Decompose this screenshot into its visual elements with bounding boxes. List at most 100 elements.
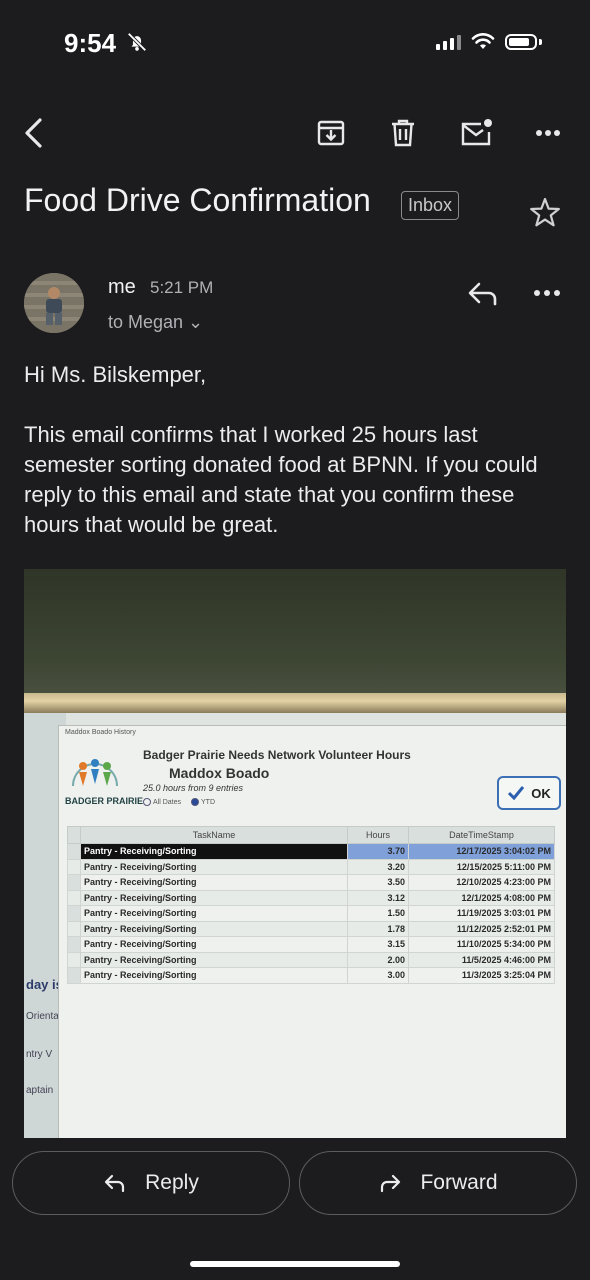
radio-all-dates[interactable]: All Dates <box>143 798 181 806</box>
task-cell: Pantry - Receiving/Sorting <box>80 967 348 984</box>
datetime-cell: 11/10/2025 5:34:00 PM <box>408 936 555 953</box>
battery-tip <box>539 39 542 45</box>
hours-table: TaskName Hours DateTimeStamp Pantry - Re… <box>67 826 555 984</box>
sender-name: me <box>108 276 136 298</box>
table-row[interactable]: Pantry - Receiving/Sorting 3.15 11/10/2025… <box>67 936 555 953</box>
email-greeting: Hi Ms. Bilskemper, <box>24 362 207 387</box>
task-cell: Pantry - Receiving/Sorting <box>80 905 348 922</box>
attached-photo[interactable]: day is Orienta ntry V aptain Maddox Boad… <box>24 569 566 1138</box>
trash-icon <box>392 119 414 147</box>
email-subject: Food Drive Confirmation <box>24 182 371 218</box>
logo-text: BADGER PRAIRIE <box>65 796 144 806</box>
delete-button[interactable] <box>383 113 423 153</box>
volunteer-hours-dialog: Maddox Boado History BADGER PRAIRIE Badg… <box>58 725 566 1138</box>
reply-label: Reply <box>145 1171 199 1194</box>
column-header-taskname[interactable]: TaskName <box>80 826 348 844</box>
task-cell: Pantry - Receiving/Sorting <box>80 936 348 953</box>
bg-fragment: Orienta <box>26 1011 59 1022</box>
status-bar: 9:54 <box>0 0 590 90</box>
monitor-screen: day is Orienta ntry V aptain Maddox Boad… <box>24 713 566 1138</box>
hours-cell: 3.00 <box>347 967 409 984</box>
dialog-title: Maddox Boado History <box>65 729 136 736</box>
volunteer-name: Maddox Boado <box>169 765 270 781</box>
table-row[interactable]: Pantry - Receiving/Sorting 1.78 11/12/2025… <box>67 920 555 937</box>
reply-button[interactable]: Reply <box>12 1151 290 1215</box>
hours-cell: 1.50 <box>347 905 409 922</box>
dialog-heading: Badger Prairie Needs Network Volunteer H… <box>143 748 411 762</box>
email-toolbar <box>0 105 590 160</box>
bg-fragment: aptain <box>26 1085 54 1096</box>
task-cell: Pantry - Receiving/Sorting <box>80 843 348 860</box>
avatar-photo <box>24 273 84 333</box>
datetime-cell: 12/1/2025 4:08:00 PM <box>408 889 555 906</box>
status-time: 9:54 <box>64 28 117 58</box>
back-arrow-icon <box>25 118 42 148</box>
email-body: This email confirms that I worked 25 hou… <box>24 422 538 537</box>
more-options-button[interactable] <box>528 113 568 153</box>
recipients-toggle[interactable]: to Megan ⌄ <box>108 312 203 333</box>
bell-slash-icon <box>127 32 147 52</box>
task-cell: Pantry - Receiving/Sorting <box>80 858 348 875</box>
datetime-cell: 12/10/2025 4:23:00 PM <box>408 874 555 891</box>
task-cell: Pantry - Receiving/Sorting <box>80 920 348 937</box>
monitor-bezel <box>24 693 566 713</box>
archive-button[interactable] <box>311 113 351 153</box>
forward-icon <box>381 1174 401 1193</box>
table-header-row: TaskName Hours DateTimeStamp <box>67 826 555 844</box>
back-button[interactable] <box>14 113 54 153</box>
wifi-icon <box>471 33 495 49</box>
mark-unread-icon <box>461 119 492 146</box>
hours-cell: 3.12 <box>347 889 409 906</box>
task-cell: Pantry - Receiving/Sorting <box>80 874 348 891</box>
hours-summary: 25.0 hours from 9 entries <box>143 783 244 793</box>
hours-cell: 3.50 <box>347 874 409 891</box>
table-row[interactable]: Pantry - Receiving/Sorting 3.50 12/10/2025… <box>67 874 555 891</box>
message-more-icon[interactable] <box>530 283 566 303</box>
sent-time: 5:21 PM <box>150 278 214 297</box>
reply-arrow-icon[interactable] <box>465 276 501 310</box>
hours-cell: 3.70 <box>347 843 409 860</box>
avatar[interactable] <box>24 273 84 333</box>
star-icon[interactable] <box>528 196 562 230</box>
archive-icon <box>317 120 345 146</box>
datetime-cell: 11/12/2025 2:52:01 PM <box>408 920 555 937</box>
task-cell: Pantry - Receiving/Sorting <box>80 889 348 906</box>
forward-button[interactable]: Forward <box>299 1151 577 1215</box>
table-body: Pantry - Receiving/Sorting 3.70 12/17/2025… <box>67 843 555 984</box>
column-header-hours[interactable]: Hours <box>347 826 409 844</box>
hours-cell: 3.15 <box>347 936 409 953</box>
hours-cell: 1.78 <box>347 920 409 937</box>
date-filter: All Dates YTD <box>143 798 215 806</box>
datetime-cell: 11/5/2025 4:46:00 PM <box>408 951 555 968</box>
home-indicator[interactable] <box>190 1261 400 1267</box>
reply-icon <box>105 1174 125 1193</box>
datetime-cell: 11/3/2025 3:25:04 PM <box>408 967 555 984</box>
status-right <box>436 33 542 51</box>
forward-label: Forward <box>420 1171 498 1194</box>
inbox-label-badge[interactable]: Inbox <box>401 191 460 220</box>
task-cell: Pantry - Receiving/Sorting <box>80 951 348 968</box>
datetime-cell: 11/19/2025 3:03:01 PM <box>408 905 555 922</box>
more-dots-icon <box>536 130 560 136</box>
table-row[interactable]: Pantry - Receiving/Sorting 3.70 12/17/2025… <box>67 843 555 860</box>
bpnn-logo: BADGER PRAIRIE <box>65 752 143 822</box>
table-row[interactable]: Pantry - Receiving/Sorting 1.50 11/19/2025… <box>67 905 555 922</box>
people-logo-icon <box>72 759 118 787</box>
radio-ytd[interactable]: YTD <box>191 798 215 806</box>
datetime-cell: 12/17/2025 3:04:02 PM <box>408 843 555 860</box>
photo-wall <box>24 569 566 699</box>
datetime-cell: 12/15/2025 5:11:00 PM <box>408 858 555 875</box>
bg-fragment: ntry V <box>26 1049 53 1060</box>
table-row[interactable]: Pantry - Receiving/Sorting 3.20 12/15/2025… <box>67 858 555 875</box>
checkmark-icon <box>508 786 525 801</box>
column-header-datetime[interactable]: DateTimeStamp <box>408 826 555 844</box>
signal-icon <box>436 34 461 50</box>
table-row[interactable]: Pantry - Receiving/Sorting 2.00 11/5/2025 … <box>67 951 555 968</box>
hours-cell: 2.00 <box>347 951 409 968</box>
table-row[interactable]: Pantry - Receiving/Sorting 3.00 11/3/2025 … <box>67 967 555 984</box>
battery-icon <box>505 34 537 50</box>
mark-unread-button[interactable] <box>456 113 496 153</box>
ok-button[interactable]: OK <box>497 776 561 810</box>
hours-cell: 3.20 <box>347 858 409 875</box>
table-row[interactable]: Pantry - Receiving/Sorting 3.12 12/1/2025 … <box>67 889 555 906</box>
